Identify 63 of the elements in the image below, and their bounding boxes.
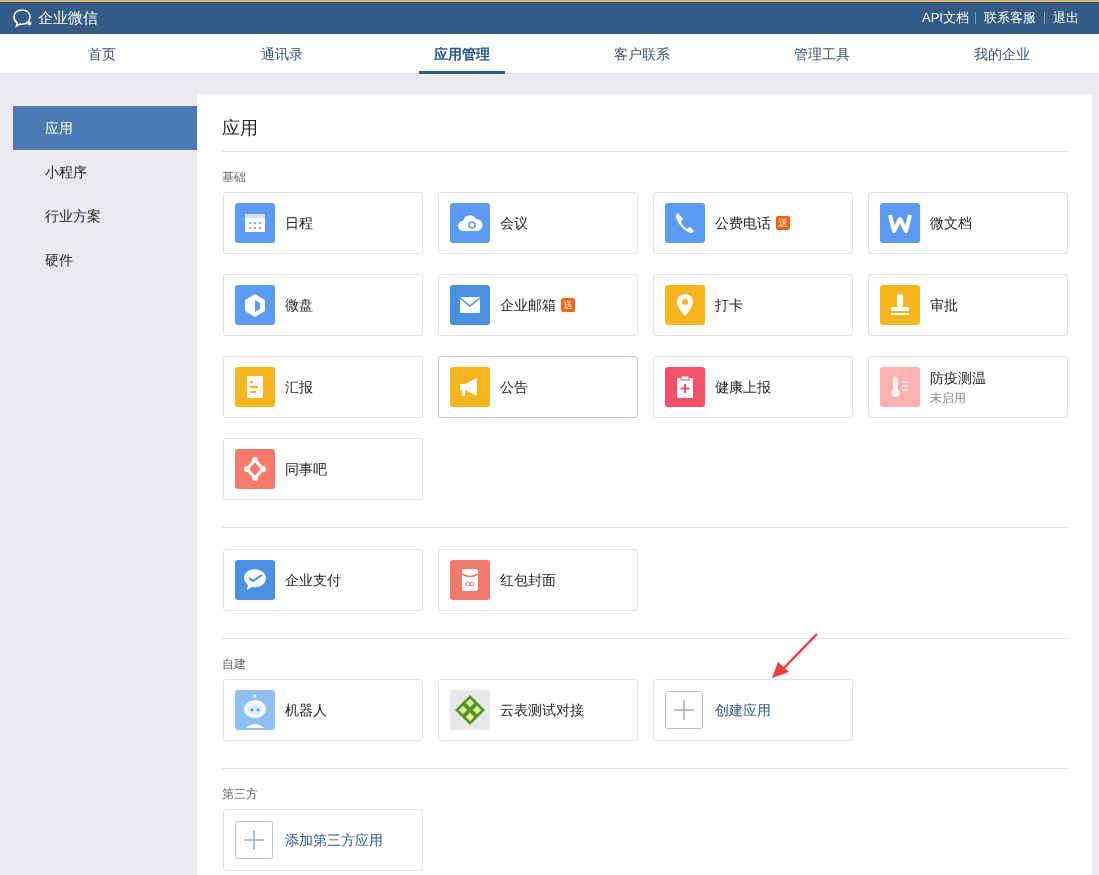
app-card[interactable]: 健康上报 [653, 356, 853, 418]
app-card[interactable]: 同事吧 [223, 438, 423, 500]
section-label: 自建 [222, 656, 247, 673]
app-card[interactable]: 机器人 [223, 679, 423, 741]
app-card[interactable]: 日程 [223, 192, 423, 254]
app-card[interactable]: 防疫测温 未启用 [868, 356, 1068, 418]
section-label: 第三方 [222, 786, 259, 803]
app-name: 企业邮箱 [500, 295, 556, 315]
nav-tab[interactable]: 我的企业 [959, 34, 1045, 74]
app-name: 汇报 [285, 377, 313, 397]
add-app-label: 添加第三方应用 [285, 830, 383, 850]
app-card[interactable]: 微文档 [868, 192, 1068, 254]
app-name: 健康上报 [715, 377, 771, 397]
header-link[interactable]: 退出 [1044, 12, 1087, 24]
app-name: 微文档 [930, 213, 972, 233]
app-card[interactable]: 汇报 [223, 356, 423, 418]
sidebar-item[interactable]: 小程序 [13, 150, 197, 194]
app-name: 同事吧 [285, 459, 327, 479]
chat-bubble-logo-icon [12, 8, 34, 28]
app-name: 审批 [930, 295, 958, 315]
add-app-card[interactable]: 添加第三方应用 [223, 809, 423, 871]
app-name: 防疫测温 [930, 368, 986, 388]
app-name: 微盘 [285, 295, 313, 315]
app-name: 机器人 [285, 700, 327, 720]
sidebar-item[interactable]: 应用 [13, 106, 197, 150]
app-card[interactable]: 企业邮箱 送 [438, 274, 638, 336]
app-card[interactable]: 会议 [438, 192, 638, 254]
page-title: 应用 [222, 106, 1068, 152]
nav-tab[interactable]: 管理工具 [779, 34, 865, 74]
header-link[interactable]: API文档 [916, 12, 975, 24]
section-label: 基础 [222, 169, 247, 186]
app-card[interactable]: 公告 [438, 356, 638, 418]
gift-badge: 送 [776, 216, 790, 230]
app-name: 公费电话 [715, 213, 771, 233]
header-link[interactable]: 联系客服 [975, 12, 1044, 24]
app-name: 云表测试对接 [500, 700, 584, 720]
app-status: 未启用 [930, 389, 967, 407]
app-card[interactable]: 打卡 [653, 274, 853, 336]
app-name: 会议 [500, 213, 528, 233]
app-card[interactable]: 微盘 [223, 274, 423, 336]
app-name: 企业支付 [285, 570, 341, 590]
nav-tab[interactable]: 通讯录 [246, 34, 318, 74]
app-name: 日程 [285, 213, 313, 233]
add-app-label: 创建应用 [715, 700, 771, 720]
add-app-card[interactable]: 创建应用 [653, 679, 853, 741]
nav-tab[interactable]: 应用管理 [419, 34, 505, 74]
plus-icon [235, 821, 273, 859]
app-card[interactable]: 红包封面 [438, 549, 638, 611]
plus-icon [665, 691, 703, 729]
annotation-arrow [770, 632, 820, 680]
app-card[interactable]: 审批 [868, 274, 1068, 336]
app-name: 公告 [500, 377, 528, 397]
app-card[interactable]: 企业支付 [223, 549, 423, 611]
app-card[interactable]: 公费电话 送 [653, 192, 853, 254]
sidebar-item[interactable]: 硬件 [13, 238, 197, 282]
app-name: 红包封面 [500, 570, 556, 590]
gift-badge: 送 [561, 298, 575, 312]
app-name: 打卡 [715, 295, 743, 315]
nav-tab[interactable]: 首页 [73, 34, 131, 74]
app-card[interactable]: 云表测试对接 [438, 679, 638, 741]
nav-tab[interactable]: 客户联系 [599, 34, 685, 74]
logo-text: 企业微信 [38, 7, 98, 28]
sidebar-item[interactable]: 行业方案 [13, 194, 197, 238]
